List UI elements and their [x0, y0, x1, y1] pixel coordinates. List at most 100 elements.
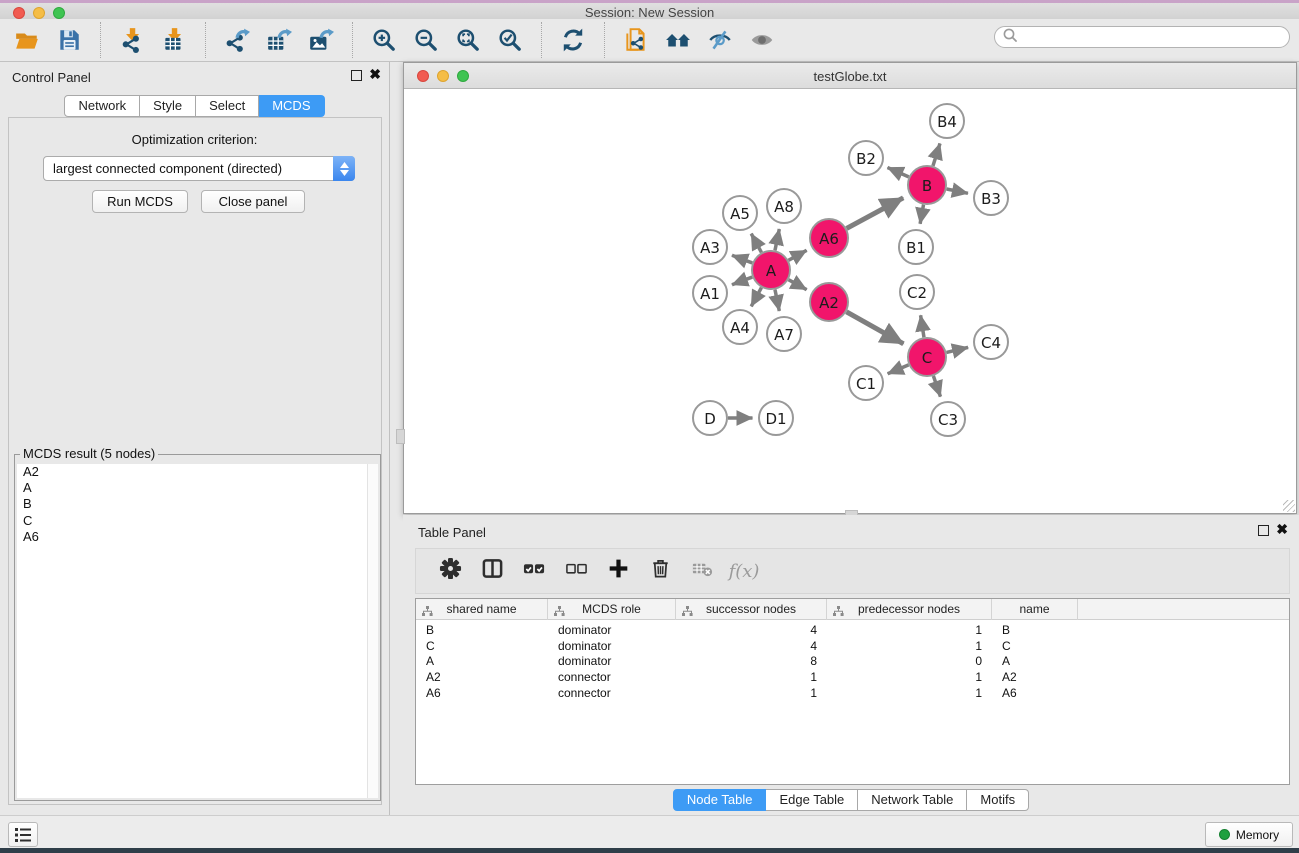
mcds-result-item[interactable]: A2	[17, 464, 367, 480]
tab-style[interactable]: Style	[140, 95, 196, 117]
add-button[interactable]	[600, 553, 636, 589]
node-C3[interactable]: C3	[931, 402, 965, 436]
network-canvas[interactable]: A5 A8 A3 A A1A4 A7 A6 A2 B B2 B4 B3 B1 C2 C C4 C1 C3 D D1	[404, 89, 1296, 513]
network-window-titlebar[interactable]: testGlobe.txt	[404, 63, 1296, 89]
search-input[interactable]	[1021, 30, 1271, 44]
mcds-result-item[interactable]: C	[17, 513, 367, 529]
export-table-button[interactable]	[258, 21, 300, 59]
show-eye-button[interactable]	[741, 21, 783, 59]
edge-B-B3[interactable]	[947, 189, 968, 193]
tab-node-table[interactable]: Node Table	[673, 789, 767, 811]
edge-B-B1[interactable]	[920, 205, 923, 224]
table-row[interactable]: A6connector11A6	[416, 685, 1289, 701]
split-table-button[interactable]	[474, 553, 510, 589]
node-B[interactable]: B	[908, 166, 946, 204]
run-mcds-button[interactable]: Run MCDS	[92, 190, 188, 213]
network-document-button[interactable]	[615, 21, 657, 59]
edge-A2-C[interactable]	[846, 312, 903, 344]
close-panel-button[interactable]: Close panel	[201, 190, 305, 213]
import-table-button[interactable]	[153, 21, 195, 59]
network-graph[interactable]: A5 A8 A3 A A1A4 A7 A6 A2 B B2 B4 B3 B1 C2 C C4 C1 C3 D D1	[404, 89, 1296, 513]
table-float-panel-icon[interactable]	[1258, 525, 1269, 538]
edge-A-A5[interactable]	[751, 234, 761, 253]
node-B4[interactable]: B4	[930, 104, 964, 138]
zoom-in-button[interactable]	[363, 21, 405, 59]
table-row[interactable]: Bdominator41B	[416, 622, 1289, 638]
edge-C-C3[interactable]	[933, 376, 940, 397]
deselect-all-button[interactable]	[558, 553, 594, 589]
node-B3[interactable]: B3	[974, 181, 1008, 215]
edge-A-A8[interactable]	[775, 229, 779, 250]
edge-A-A7[interactable]	[775, 290, 779, 311]
tab-mcds[interactable]: MCDS	[259, 95, 324, 117]
edge-A6-B[interactable]	[847, 198, 904, 229]
tab-edge-table[interactable]: Edge Table	[766, 789, 858, 811]
home-button[interactable]	[657, 21, 699, 59]
edge-A-A6[interactable]	[789, 250, 807, 260]
node-D[interactable]: D	[693, 401, 727, 435]
edge-A-A2[interactable]	[789, 280, 807, 290]
node-A5[interactable]: A5	[723, 196, 757, 230]
node-B2[interactable]: B2	[849, 141, 883, 175]
node-A4[interactable]: A4	[723, 310, 757, 344]
node-C[interactable]: C	[908, 338, 946, 376]
tab-network-table[interactable]: Network Table	[858, 789, 967, 811]
node-A6[interactable]: A6	[810, 219, 848, 257]
node-A8[interactable]: A8	[767, 189, 801, 223]
hide-eye-button[interactable]	[699, 21, 741, 59]
edge-A-A1[interactable]	[732, 277, 752, 285]
node-D1[interactable]: D1	[759, 401, 793, 435]
trash-button[interactable]	[642, 553, 678, 589]
refresh-button[interactable]	[552, 21, 594, 59]
optimization-criterion-dropdown[interactable]: largest connected component (directed)	[43, 156, 355, 181]
node-A[interactable]: A	[752, 251, 790, 289]
column-header-name[interactable]: name	[992, 599, 1078, 620]
export-network-button[interactable]	[216, 21, 258, 59]
memory-button[interactable]: Memory	[1205, 822, 1293, 847]
node-B1[interactable]: B1	[899, 230, 933, 264]
zoom-out-button[interactable]	[405, 21, 447, 59]
close-panel-icon[interactable]: ✖	[369, 68, 381, 80]
zoom-selected-button[interactable]	[489, 21, 531, 59]
tab-motifs[interactable]: Motifs	[967, 789, 1029, 811]
node-C4[interactable]: C4	[974, 325, 1008, 359]
node-C2[interactable]: C2	[900, 275, 934, 309]
gear-button[interactable]	[432, 553, 468, 589]
divider-handle-left[interactable]	[396, 429, 405, 444]
open-folder-button[interactable]	[6, 21, 48, 59]
import-network-button[interactable]	[111, 21, 153, 59]
column-header-shared-name[interactable]: shared name	[416, 599, 548, 620]
select-all-button[interactable]	[516, 553, 552, 589]
tab-select[interactable]: Select	[196, 95, 259, 117]
node-A2[interactable]: A2	[810, 283, 848, 321]
save-button[interactable]	[48, 21, 90, 59]
column-header-successor-nodes[interactable]: successor nodes	[676, 599, 827, 620]
mcds-result-item[interactable]: A6	[17, 529, 367, 545]
tab-network[interactable]: Network	[64, 95, 140, 117]
mcds-result-scrollbar[interactable]	[367, 464, 378, 798]
column-header-MCDS-role[interactable]: MCDS role	[548, 599, 676, 620]
node-A1[interactable]: A1	[693, 276, 727, 310]
table-close-panel-icon[interactable]: ✖	[1276, 523, 1288, 535]
mcds-result-item[interactable]: A	[17, 480, 367, 496]
column-header-predecessor-nodes[interactable]: predecessor nodes	[827, 599, 992, 620]
zoom-fit-button[interactable]	[447, 21, 489, 59]
search-field[interactable]	[994, 26, 1290, 48]
edge-C-C4[interactable]	[946, 347, 968, 352]
edge-C-C2[interactable]	[921, 315, 924, 337]
table-row[interactable]: A2connector11A2	[416, 669, 1289, 685]
task-history-button[interactable]	[8, 822, 38, 847]
mcds-result-item[interactable]: B	[17, 496, 367, 512]
export-image-button[interactable]	[300, 21, 342, 59]
table-row[interactable]: Adominator80A	[416, 653, 1289, 669]
node-A7[interactable]: A7	[767, 317, 801, 351]
node-C1[interactable]: C1	[849, 366, 883, 400]
window-resize-grip[interactable]	[1283, 500, 1295, 512]
float-panel-icon[interactable]	[351, 70, 362, 83]
table-row[interactable]: Cdominator41C	[416, 638, 1289, 654]
edge-A-A3[interactable]	[732, 255, 752, 263]
node-A3[interactable]: A3	[693, 230, 727, 264]
edge-B-B4[interactable]	[933, 143, 940, 165]
mcds-result-list[interactable]: A2ABCA6	[17, 464, 367, 798]
edge-C-C1[interactable]	[888, 365, 909, 374]
